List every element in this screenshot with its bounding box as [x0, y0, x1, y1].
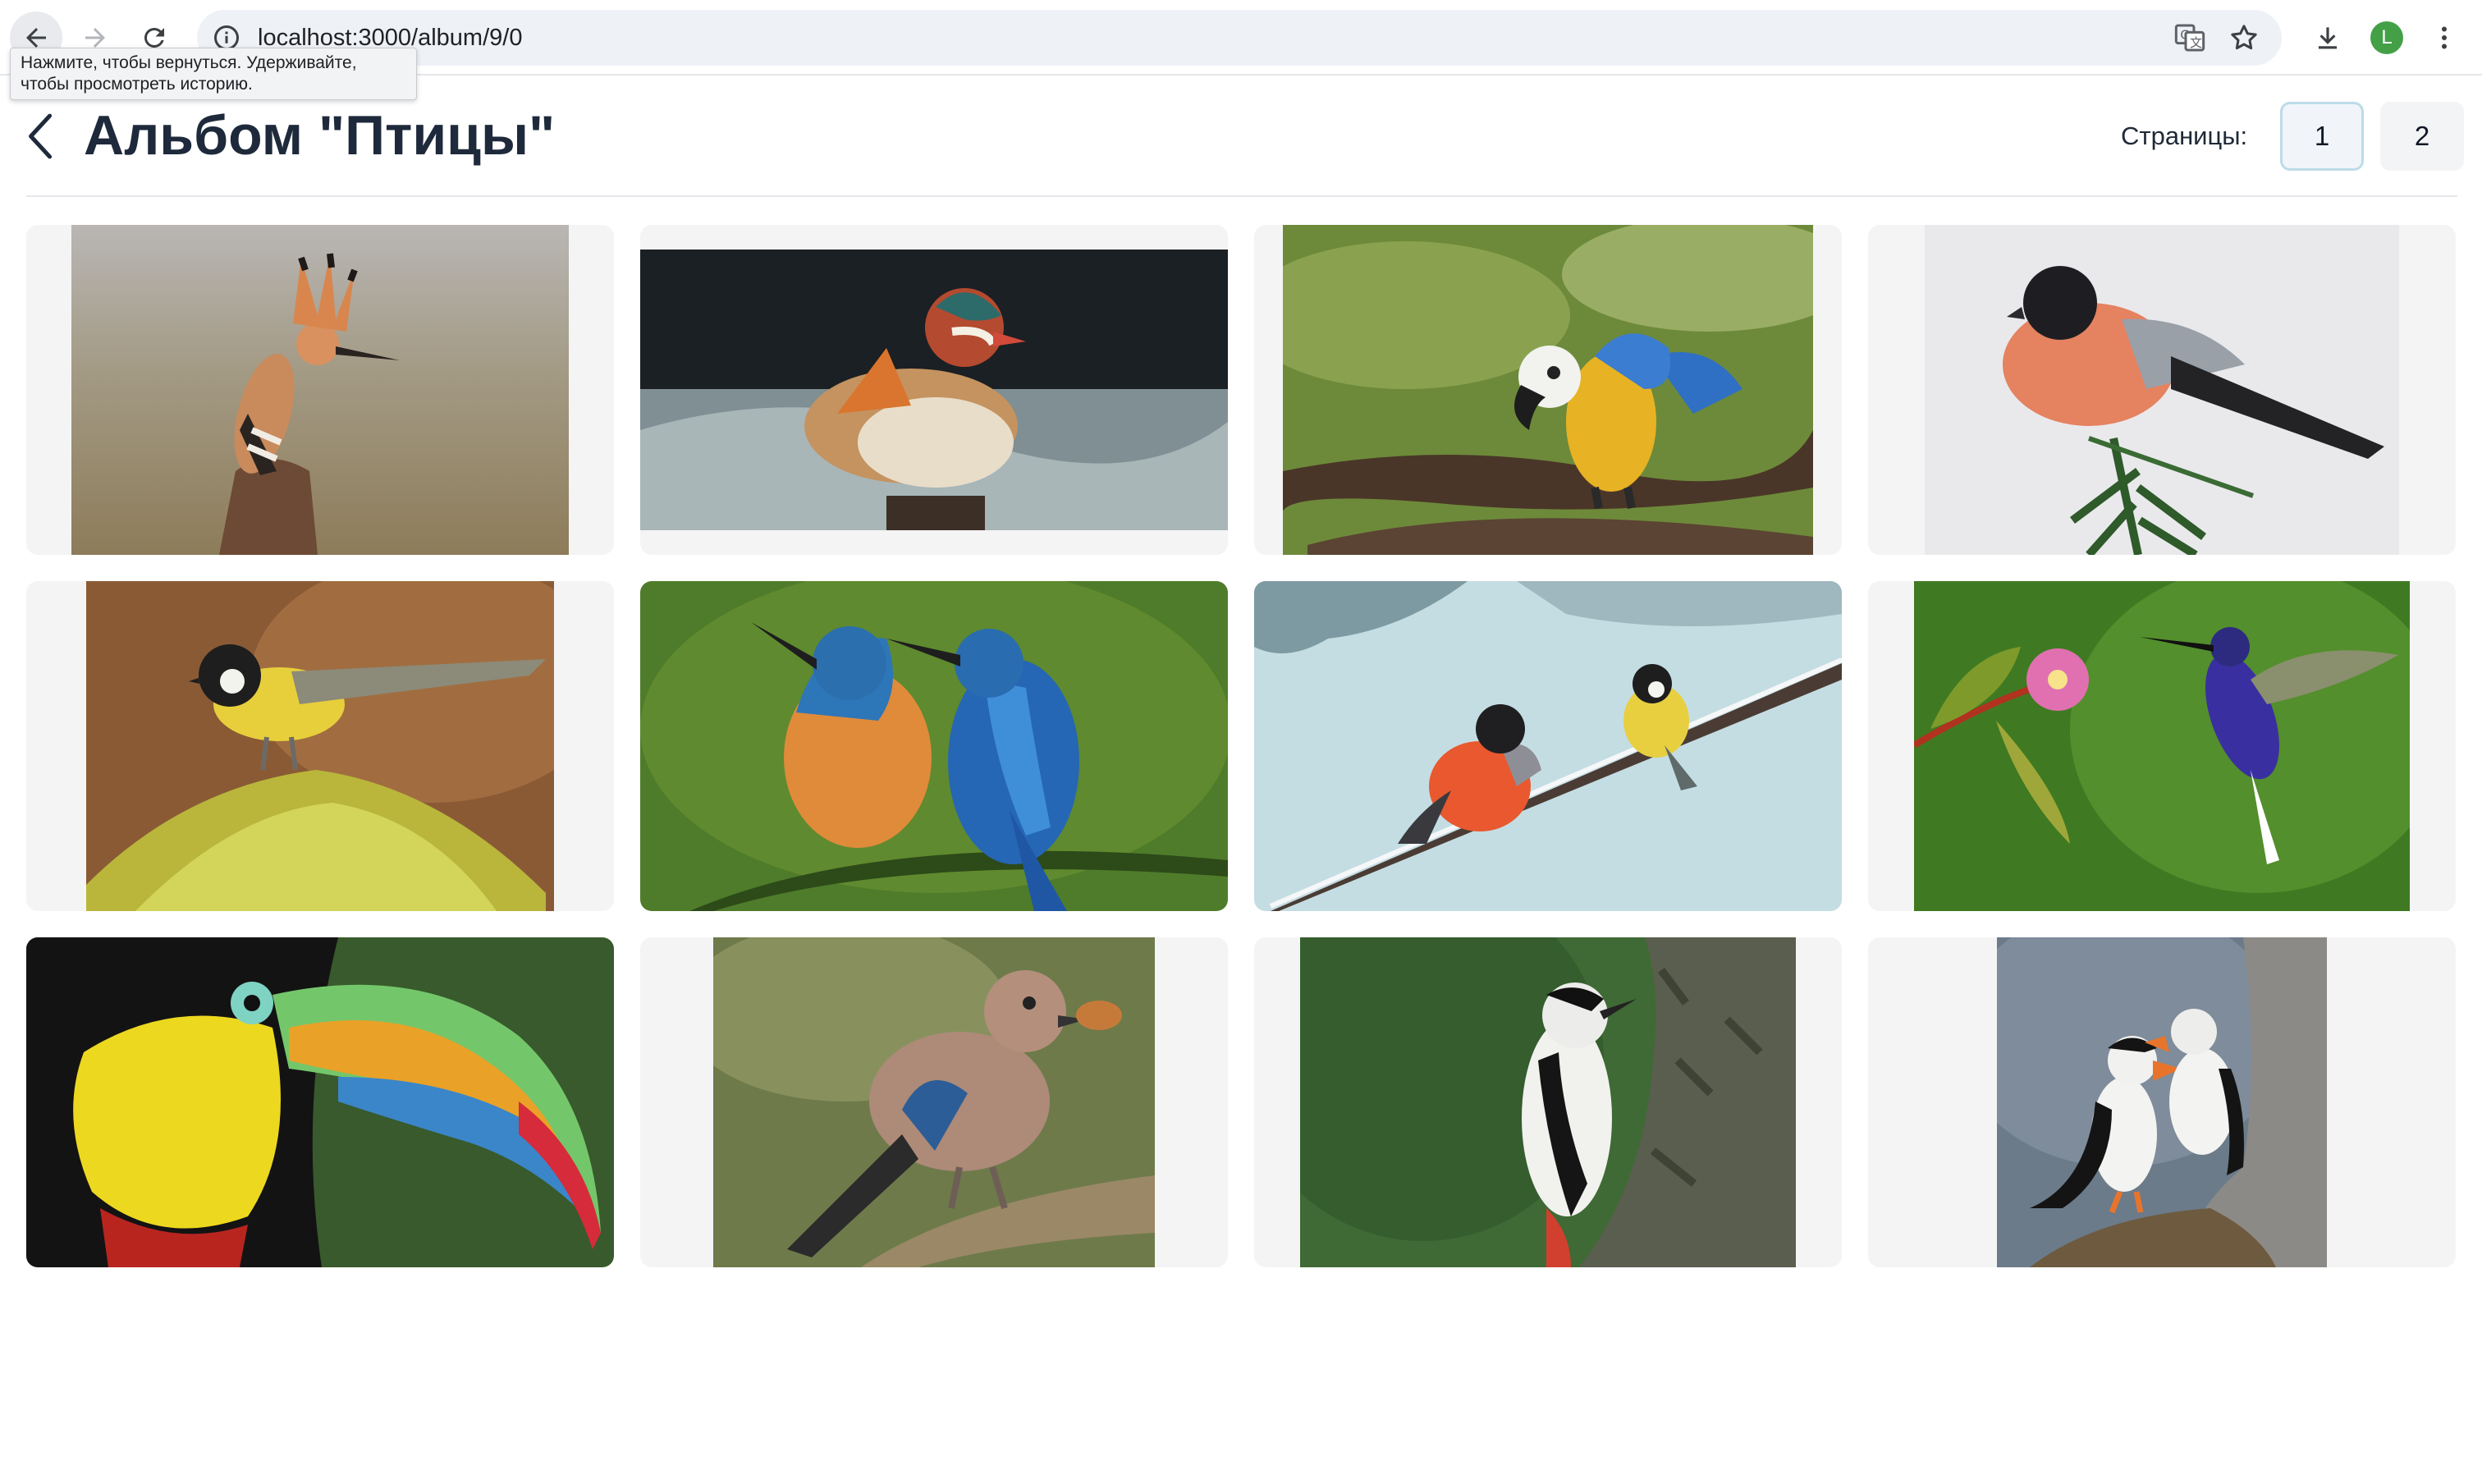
photo-card[interactable]	[26, 225, 614, 555]
toucan-photo[interactable]	[26, 937, 614, 1267]
photo-card[interactable]	[640, 581, 1228, 911]
page-button-1[interactable]: 1	[2280, 102, 2364, 171]
header-divider	[26, 195, 2457, 197]
bullfinch-photo[interactable]	[1925, 225, 2399, 555]
profile-avatar[interactable]: L	[2370, 21, 2403, 54]
back-button-tooltip: Нажмите, чтобы вернуться. Удерживайте, ч…	[10, 48, 417, 100]
download-icon	[2318, 27, 2338, 49]
photo-grid	[26, 225, 2457, 1267]
woodpecker-photo[interactable]	[1300, 937, 1796, 1267]
photo-card[interactable]	[26, 937, 614, 1267]
translate-icon[interactable]: G文	[2173, 21, 2206, 54]
page-button-2[interactable]: 2	[2380, 102, 2464, 171]
page-title: Альбом "Птицы"	[84, 104, 556, 167]
album-back-button[interactable]	[23, 110, 64, 163]
puffins-photo[interactable]	[1997, 937, 2327, 1267]
chevron-left-icon	[29, 113, 53, 159]
bullfinch-and-tit-photo[interactable]	[1254, 581, 1842, 911]
hummingbird-photo[interactable]	[1914, 581, 2410, 911]
hoopoe-photo[interactable]	[71, 225, 569, 555]
mandarin-duck-photo[interactable]	[640, 250, 1228, 530]
photo-card[interactable]	[26, 581, 614, 911]
photo-card[interactable]	[1254, 225, 1842, 555]
pagination-label: Страницы:	[2121, 121, 2248, 150]
jay-photo[interactable]	[713, 937, 1155, 1267]
photo-card[interactable]	[1254, 937, 1842, 1267]
great-tit-photo[interactable]	[86, 581, 554, 911]
downloads-button[interactable]	[2301, 11, 2354, 64]
browser-menu-button[interactable]	[2420, 11, 2469, 64]
photo-card[interactable]	[640, 225, 1228, 555]
photo-card[interactable]	[1254, 581, 1842, 911]
kingfishers-photo[interactable]	[640, 581, 1228, 911]
photo-card[interactable]	[1868, 937, 2456, 1267]
bookmark-star-icon[interactable]	[2228, 21, 2260, 54]
svg-text:文: 文	[2190, 35, 2202, 50]
photo-card[interactable]	[1868, 581, 2456, 911]
photo-card[interactable]	[640, 937, 1228, 1267]
address-bar[interactable]: localhost:3000/album/9/0 G文	[197, 10, 2282, 66]
more-vert-icon	[2442, 26, 2447, 49]
photo-card[interactable]	[1868, 225, 2456, 555]
macaw-photo[interactable]	[1283, 225, 1813, 555]
